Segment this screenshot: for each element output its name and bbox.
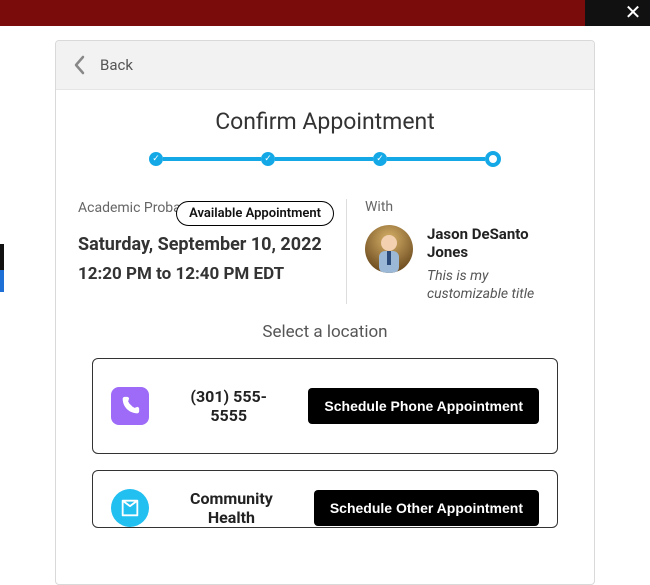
staff-name: Jason DeSanto Jones bbox=[427, 225, 572, 261]
progress-step-done: ✓ bbox=[373, 152, 387, 166]
modal-header: Back bbox=[56, 41, 594, 90]
select-location-heading: Select a location bbox=[78, 322, 572, 342]
phone-icon bbox=[111, 387, 149, 425]
staff-panel: With bbox=[347, 199, 572, 304]
location-label: Community Health bbox=[173, 489, 290, 527]
progress-step-done: ✓ bbox=[149, 152, 163, 166]
page-title: Confirm Appointment bbox=[215, 108, 435, 135]
schedule-phone-button[interactable]: Schedule Phone Appointment bbox=[308, 388, 539, 424]
appointment-time: 12:20 PM to 12:40 PM EDT bbox=[78, 264, 328, 284]
avatar bbox=[365, 225, 413, 273]
location-label: (301) 555-5555 bbox=[173, 387, 284, 425]
location-option-other: Community Health Schedule Other Appointm… bbox=[92, 470, 558, 528]
background-decoration bbox=[0, 244, 4, 270]
close-icon[interactable]: ✕ bbox=[622, 2, 644, 24]
back-button[interactable]: Back bbox=[100, 56, 133, 74]
chevron-left-icon[interactable] bbox=[72, 54, 88, 76]
building-icon bbox=[111, 489, 149, 527]
appointment-details: Academic Probation/Dismissal Available A… bbox=[78, 199, 347, 304]
schedule-other-button[interactable]: Schedule Other Appointment bbox=[314, 490, 539, 526]
background-decoration bbox=[0, 270, 4, 292]
progress-bar: ✓ ✓ ✓ bbox=[56, 145, 594, 185]
staff-subtitle: This is my customizable title bbox=[427, 267, 572, 303]
progress-step-done: ✓ bbox=[261, 152, 275, 166]
location-option-phone: (301) 555-5555 Schedule Phone Appointmen… bbox=[92, 358, 558, 454]
confirm-appointment-modal: Back Confirm Appointment ✓ ✓ ✓ Academic … bbox=[55, 40, 595, 585]
availability-badge: Available Appointment bbox=[176, 201, 334, 226]
with-label: With bbox=[365, 199, 572, 215]
progress-step-current bbox=[485, 151, 501, 167]
appointment-date: Saturday, September 10, 2022 bbox=[78, 233, 328, 256]
